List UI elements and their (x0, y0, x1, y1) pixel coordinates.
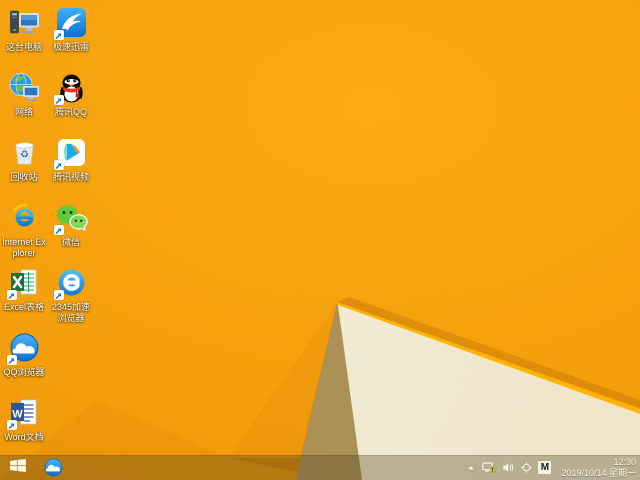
word-icon: W (6, 396, 41, 430)
desktop-icon-network[interactable]: 网络 (1, 71, 47, 118)
desktop-icon-wechat[interactable]: 微信 (48, 201, 94, 248)
clock-time: 12:30 (613, 457, 636, 467)
tencent-video-icon (53, 136, 88, 170)
desktop-icon-qq-browser[interactable]: QQ浏览器 (1, 331, 47, 378)
desktop-icon-xunlei[interactable]: 极速迅雷 (48, 6, 94, 53)
shortcut-arrow-icon (53, 290, 64, 300)
wechat-icon (53, 201, 88, 235)
this-pc-icon (8, 6, 41, 39)
shortcut-arrow-icon (53, 160, 64, 170)
ime-indicator: M (538, 461, 552, 474)
shortcut-arrow-icon (6, 355, 17, 365)
shortcut-arrow-icon (6, 290, 17, 300)
taskbar-clock[interactable]: 12:30 2019/10/14 星期一 (557, 457, 636, 478)
desktop-icon-tencent-video[interactable]: 腾讯视频 (48, 136, 94, 183)
desktop-icon-recycle-bin[interactable]: ♻ 回收站 (1, 136, 47, 183)
tray-network-warning-icon[interactable] (482, 455, 497, 480)
start-button[interactable] (0, 455, 36, 480)
recycle-bin-icon: ♻ (8, 136, 41, 169)
shortcut-arrow-icon (53, 225, 64, 235)
desktop-icon-label: Internet Explorer (2, 237, 46, 258)
network-icon (8, 71, 41, 104)
desktop-icon-word[interactable]: W Word文档 (1, 396, 47, 443)
excel-icon (6, 266, 41, 300)
windows-logo-icon (10, 458, 26, 477)
qq-icon (53, 71, 88, 105)
desktop-icon-label: 微信 (61, 237, 80, 247)
desktop-icon-browser-2345[interactable]: 2345加速浏览器 (48, 266, 94, 324)
desktop-icon-label: 这台电脑 (5, 42, 42, 52)
xunlei-icon (53, 6, 88, 40)
taskbar: M 12:30 2019/10/14 星期一 (0, 455, 640, 480)
tray-hidden-icons-arrow-icon[interactable] (466, 455, 476, 480)
system-tray: M 12:30 2019/10/14 星期一 (466, 455, 636, 480)
clock-date: 2019/10/14 星期一 (561, 467, 636, 478)
internet-explorer-icon (8, 201, 41, 234)
taskbar-app-qq-browser[interactable] (38, 455, 68, 480)
desktop-icon-label: 网络 (14, 107, 33, 117)
desktop-icon-excel[interactable]: Excel表格 (1, 266, 47, 313)
desktop-icons: 这台电脑 极速迅雷网络 腾讯QQ ♻ 回收站 腾讯视频 Internet Explorer 微… (0, 0, 640, 480)
desktop-icon-internet-explorer[interactable]: Internet Explorer (1, 201, 47, 259)
qq-browser-icon (6, 331, 41, 365)
shortcut-arrow-icon (6, 420, 17, 430)
tray-ime-m-icon[interactable]: M (538, 455, 552, 480)
browser-2345-icon (53, 266, 88, 300)
desktop-icon-qq[interactable]: 腾讯QQ (48, 71, 94, 118)
tray-safety-center-icon[interactable] (521, 455, 533, 480)
desktop-icon-label: 回收站 (10, 172, 38, 182)
desktop-icon-this-pc[interactable]: 这台电脑 (1, 6, 47, 53)
tray-volume-icon[interactable] (502, 455, 515, 480)
svg-text:♻: ♻ (20, 150, 29, 161)
shortcut-arrow-icon (53, 30, 64, 40)
desktop[interactable]: 这台电脑 极速迅雷网络 腾讯QQ ♻ 回收站 腾讯视频 Internet Explorer 微… (0, 0, 640, 480)
shortcut-arrow-icon (53, 95, 64, 105)
